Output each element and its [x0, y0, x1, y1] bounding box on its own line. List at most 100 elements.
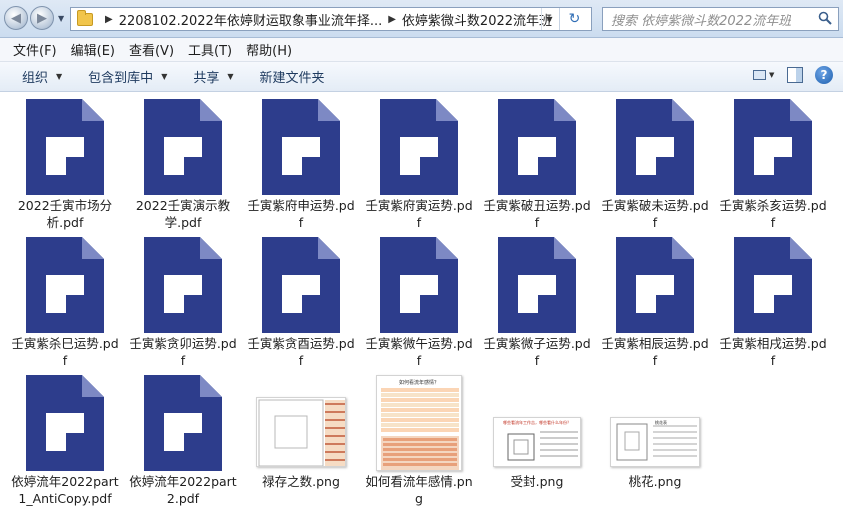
- search-icon[interactable]: [818, 11, 832, 25]
- help-icon[interactable]: ?: [815, 66, 833, 84]
- pdf-file-item[interactable]: 2022壬寅演示教学.pdf: [128, 97, 238, 231]
- file-name-label: 2022壬寅市场分析.pdf: [17, 198, 113, 230]
- file-name-label: 壬寅紫杀亥运势.pdf: [719, 198, 827, 230]
- png-file-item[interactable]: 如何看流年感情？ 如何看流年感情.png: [364, 373, 474, 507]
- pdf-file-item[interactable]: 壬寅紫相戌运势.pdf: [718, 235, 828, 369]
- organize-button[interactable]: 组织 ▼: [12, 65, 72, 89]
- pdf-file-item[interactable]: 2022壬寅市场分析.pdf: [10, 97, 120, 231]
- pdf-document-icon: [26, 99, 104, 195]
- pdf-file-icon: [600, 235, 710, 333]
- share-label: 共享: [193, 71, 220, 86]
- back-button[interactable]: ◀: [4, 6, 28, 30]
- file-name-label: 受封.png: [510, 474, 564, 489]
- pdf-file-item[interactable]: 壬寅紫破未运势.pdf: [600, 97, 710, 231]
- preview-pane-icon[interactable]: [787, 67, 803, 83]
- pdf-document-icon: [380, 99, 458, 195]
- file-name-label: 壬寅紫破丑运势.pdf: [483, 198, 591, 230]
- arrow-right-icon: ▶: [37, 10, 47, 26]
- arrow-left-icon: ◀: [11, 10, 21, 26]
- breadcrumb-separator[interactable]: ▶: [388, 14, 396, 25]
- pdf-file-item[interactable]: 壬寅紫破丑运势.pdf: [482, 97, 592, 231]
- file-name-label: 壬寅紫微子运势.pdf: [483, 336, 591, 368]
- pdf-file-item[interactable]: 壬寅紫贪卯运势.pdf: [128, 235, 238, 369]
- pdf-document-icon: [26, 375, 104, 471]
- chevron-down-icon: ▼: [769, 71, 775, 79]
- pdf-file-icon: [482, 235, 592, 333]
- pdf-file-item[interactable]: 依婷流年2022part 2.pdf: [128, 373, 238, 507]
- menu-view[interactable]: 查看(V): [122, 40, 181, 59]
- pdf-document-icon: [144, 375, 222, 471]
- recent-pages-dropdown[interactable]: ▼: [58, 14, 64, 23]
- pdf-file-icon: [10, 373, 120, 471]
- pdf-document-icon: [616, 237, 694, 333]
- png-preview: 桃花表: [610, 417, 700, 467]
- pdf-file-icon: [364, 97, 474, 195]
- file-name-label: 壬寅紫破未运势.pdf: [601, 198, 709, 230]
- folder-icon: [77, 9, 93, 26]
- pdf-file-item[interactable]: 壬寅紫微午运势.pdf: [364, 235, 474, 369]
- pdf-file-item[interactable]: 壬寅紫贪酉运势.pdf: [246, 235, 356, 369]
- pdf-document-icon: [262, 99, 340, 195]
- file-name-label: 壬寅紫贪酉运势.pdf: [247, 336, 355, 368]
- pdf-file-item[interactable]: 壬寅紫杀巳运势.pdf: [10, 235, 120, 369]
- png-file-item[interactable]: 桃花表桃花.png: [600, 373, 710, 490]
- breadcrumb-current[interactable]: 依婷紫微斗数2022流年班: [402, 10, 552, 29]
- image-thumbnail: 桃花表: [600, 373, 710, 471]
- file-name-label: 如何看流年感情.png: [365, 474, 473, 506]
- pdf-file-item[interactable]: 壬寅紫相辰运势.pdf: [600, 235, 710, 369]
- include-in-library-button[interactable]: 包含到库中 ▼: [78, 65, 177, 89]
- png-file-item[interactable]: 禄存之数.png: [246, 373, 356, 490]
- menu-edit[interactable]: 编辑(E): [64, 40, 122, 59]
- image-thumbnail: [246, 373, 356, 471]
- menu-file[interactable]: 文件(F): [6, 40, 64, 59]
- chevron-down-icon: ▼: [56, 72, 63, 81]
- refresh-button[interactable]: ↻: [559, 8, 589, 30]
- file-name-label: 依婷流年2022part 1_AntiCopy.pdf: [11, 474, 119, 506]
- pdf-document-icon: [262, 237, 340, 333]
- address-dropdown-button[interactable]: ▼: [541, 8, 557, 30]
- pdf-file-icon: [128, 373, 238, 471]
- thumbnail-title: 桃花表: [655, 420, 667, 425]
- breadcrumb-separator[interactable]: ▶: [105, 14, 113, 25]
- file-name-label: 壬寅紫贪卯运势.pdf: [129, 336, 237, 368]
- pdf-file-icon: [128, 97, 238, 195]
- chevron-down-icon: ▼: [161, 72, 168, 81]
- search-placeholder: 搜索 依婷紫微斗数2022流年班: [611, 13, 792, 29]
- file-name-label: 桃花.png: [628, 474, 682, 489]
- breadcrumb-parent[interactable]: 2208102.2022年依婷财运取象事业流年择...: [119, 10, 383, 29]
- refresh-icon: ↻: [568, 11, 581, 27]
- pdf-file-item[interactable]: 壬寅紫微子运势.pdf: [482, 235, 592, 369]
- pdf-file-icon: [600, 97, 710, 195]
- png-preview: 哪些看流年工作吉，哪些看什么年份？: [493, 417, 581, 467]
- new-folder-button[interactable]: 新建文件夹: [250, 65, 335, 89]
- file-name-label: 依婷流年2022part 2.pdf: [129, 474, 237, 506]
- png-file-item[interactable]: 哪些看流年工作吉，哪些看什么年份？ 受封.png: [482, 373, 592, 490]
- file-name-label: 壬寅紫相戌运势.pdf: [719, 336, 827, 368]
- address-bar[interactable]: ▶ 2208102.2022年依婷财运取象事业流年择... ▶ 依婷紫微斗数20…: [70, 7, 592, 31]
- png-preview: [256, 397, 346, 467]
- pdf-file-item[interactable]: 壬寅紫府申运势.pdf: [246, 97, 356, 231]
- file-name-label: 壬寅紫相辰运势.pdf: [601, 336, 709, 368]
- thumbnail-title: 如何看流年感情？: [398, 380, 439, 386]
- menu-tools[interactable]: 工具(T): [181, 40, 239, 59]
- image-thumbnail: 哪些看流年工作吉，哪些看什么年份？: [482, 373, 592, 471]
- forward-button[interactable]: ▶: [30, 6, 54, 30]
- pdf-document-icon: [734, 99, 812, 195]
- pdf-file-item[interactable]: 依婷流年2022part 1_AntiCopy.pdf: [10, 373, 120, 507]
- pdf-file-icon: [10, 235, 120, 333]
- pdf-file-item[interactable]: 壬寅紫杀亥运势.pdf: [718, 97, 828, 231]
- menu-help[interactable]: 帮助(H): [239, 40, 299, 59]
- file-name-label: 2022壬寅演示教学.pdf: [135, 198, 231, 230]
- pdf-document-icon: [144, 237, 222, 333]
- pdf-file-icon: [246, 97, 356, 195]
- thumbnail-title: 哪些看流年工作吉，哪些看什么年份？: [503, 420, 571, 425]
- pdf-file-item[interactable]: 壬寅紫府寅运势.pdf: [364, 97, 474, 231]
- share-button[interactable]: 共享 ▼: [183, 65, 243, 89]
- file-name-label: 禄存之数.png: [262, 474, 340, 489]
- change-view-button[interactable]: ▼: [753, 66, 775, 84]
- pdf-file-icon: [718, 235, 828, 333]
- new-folder-label: 新建文件夹: [259, 71, 325, 86]
- file-name-label: 壬寅紫杀巳运势.pdf: [11, 336, 119, 368]
- pdf-file-icon: [482, 97, 592, 195]
- search-input[interactable]: 搜索 依婷紫微斗数2022流年班: [602, 7, 839, 31]
